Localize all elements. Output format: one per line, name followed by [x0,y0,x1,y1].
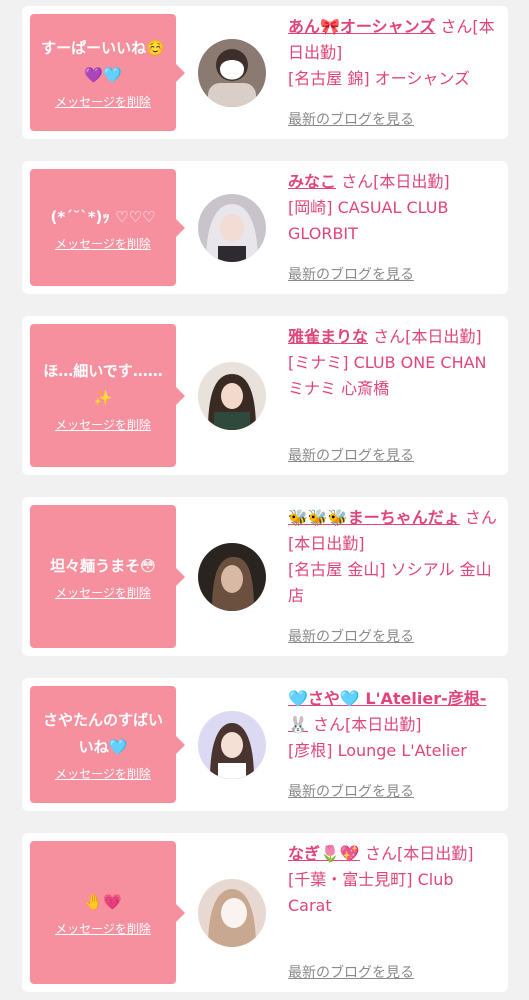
avatar[interactable] [198,543,266,611]
message-card: すーぱーいいね☺️💜🩵 メッセージを削除 あん🎀オーシャンズ さん[本日出勤] … [22,6,508,139]
latest-blog-link[interactable]: 最新のブログを見る [288,781,414,801]
avatar[interactable] [198,39,266,107]
cast-info: みなこ さん[本日出勤] [岡崎] CASUAL CLUB GLORBIT [288,169,498,247]
shop-name: [ミナミ] CLUB ONE CHAN ミナミ 心斎橋 [288,353,487,398]
avatar[interactable] [198,194,266,262]
cast-info: 🐝🐝🐝まーちゃんだょ さん [本日出勤] [名古屋 金山] ソシアル 金山店 [288,505,498,609]
avatar[interactable] [198,711,266,779]
attendance-status: [本日出勤] [396,844,474,863]
message-card: (*´˘`*)ｯ ♡♡♡ メッセージを削除 みなこ さん[本日出勤] [岡崎] … [22,161,508,294]
shop-name: [彦根] Lounge L'Atelier [288,741,467,760]
cast-info: あん🎀オーシャンズ さん[本日出勤] [名古屋 錦] オーシャンズ [288,14,498,92]
shop-name: [名古屋 金山] ソシアル 金山店 [288,560,492,605]
san-label: さん [364,844,397,863]
attendance-status: [本日出勤] [288,534,365,553]
message-card: さやたんのすばいいね🩵 メッセージを削除 🩵さや🩵 L'Atelier-彦根-🐰… [22,678,508,811]
message-bubble: さやたんのすばいいね🩵 メッセージを削除 [30,686,185,803]
shop-name: [名古屋 錦] オーシャンズ [288,69,471,88]
cast-name-link[interactable]: あん🎀オーシャンズ [288,17,435,36]
san-label: さん [464,508,497,527]
message-bubble: すーぱーいいね☺️💜🩵 メッセージを削除 [30,14,185,131]
attendance-status: [本日出勤] [373,172,450,191]
message-card: 🤚💗 メッセージを削除 なぎ🌷💖 さん[本日出勤] [千葉・富士見町] Club… [22,833,508,992]
cast-info: なぎ🌷💖 さん[本日出勤] [千葉・富士見町] Club Carat [288,841,498,919]
message-bubble: (*´˘`*)ｯ ♡♡♡ メッセージを削除 [30,169,185,286]
san-label: さん [313,715,346,734]
san-label: さん [341,172,374,191]
message-text: すーぱーいいね☺️💜🩵 [41,39,165,84]
avatar-image [198,879,266,947]
message-bubble: 🤚💗 メッセージを削除 [30,841,185,984]
cast-name-link[interactable]: 雅雀まりな [288,327,368,346]
latest-blog-link[interactable]: 最新のブログを見る [288,962,414,982]
message-text: 🤚💗 [84,892,122,911]
message-bubble: 坦々麺うまそ😳 メッセージを削除 [30,505,185,648]
delete-message-link[interactable]: メッセージを削除 [55,235,151,252]
san-label: さん [373,327,406,346]
delete-message-link[interactable]: メッセージを削除 [55,584,151,601]
latest-blog-link[interactable]: 最新のブログを見る [288,109,414,129]
message-card: ほ…細いです……✨ メッセージを削除 雅雀まりな さん[本日出勤] [ミナミ] … [22,316,508,475]
message-text: 坦々麺うまそ😳 [50,556,156,575]
avatar-image [198,711,266,779]
attendance-status: [本日出勤] [405,327,482,346]
delete-message-link[interactable]: メッセージを削除 [55,765,151,782]
message-card: 坦々麺うまそ😳 メッセージを削除 🐝🐝🐝まーちゃんだょ さん [本日出勤] [名古… [22,497,508,656]
delete-message-link[interactable]: メッセージを削除 [55,416,151,433]
message-text: (*´˘`*)ｯ ♡♡♡ [50,207,156,226]
cast-info: 雅雀まりな さん[本日出勤] [ミナミ] CLUB ONE CHAN ミナミ 心… [288,324,498,402]
shop-name: [岡崎] CASUAL CLUB GLORBIT [288,198,449,243]
message-text: さやたんのすばいいね🩵 [42,711,163,756]
cast-name-link[interactable]: 🐝🐝🐝まーちゃんだょ [288,508,460,527]
avatar[interactable] [198,879,266,947]
avatar[interactable] [198,362,266,430]
delete-message-link[interactable]: メッセージを削除 [55,93,151,110]
cast-info: 🩵さや🩵 L'Atelier-彦根-🐰 さん[本日出勤] [彦根] Lounge… [288,686,498,764]
latest-blog-link[interactable]: 最新のブログを見る [288,445,414,465]
cast-name-link[interactable]: なぎ🌷💖 [288,844,360,863]
cast-name-link[interactable]: みなこ [288,172,336,191]
message-text: ほ…細いです……✨ [43,362,163,407]
latest-blog-link[interactable]: 最新のブログを見る [288,626,414,646]
attendance-status: [本日出勤] [345,715,422,734]
avatar-image [198,39,266,107]
avatar-image [198,194,266,262]
message-bubble: ほ…細いです……✨ メッセージを削除 [30,324,185,467]
san-label: さん [440,17,473,36]
avatar-image [198,362,266,430]
latest-blog-link[interactable]: 最新のブログを見る [288,264,414,284]
avatar-image [198,543,266,611]
shop-name: [千葉・富士見町] Club Carat [288,870,454,915]
delete-message-link[interactable]: メッセージを削除 [55,920,151,937]
